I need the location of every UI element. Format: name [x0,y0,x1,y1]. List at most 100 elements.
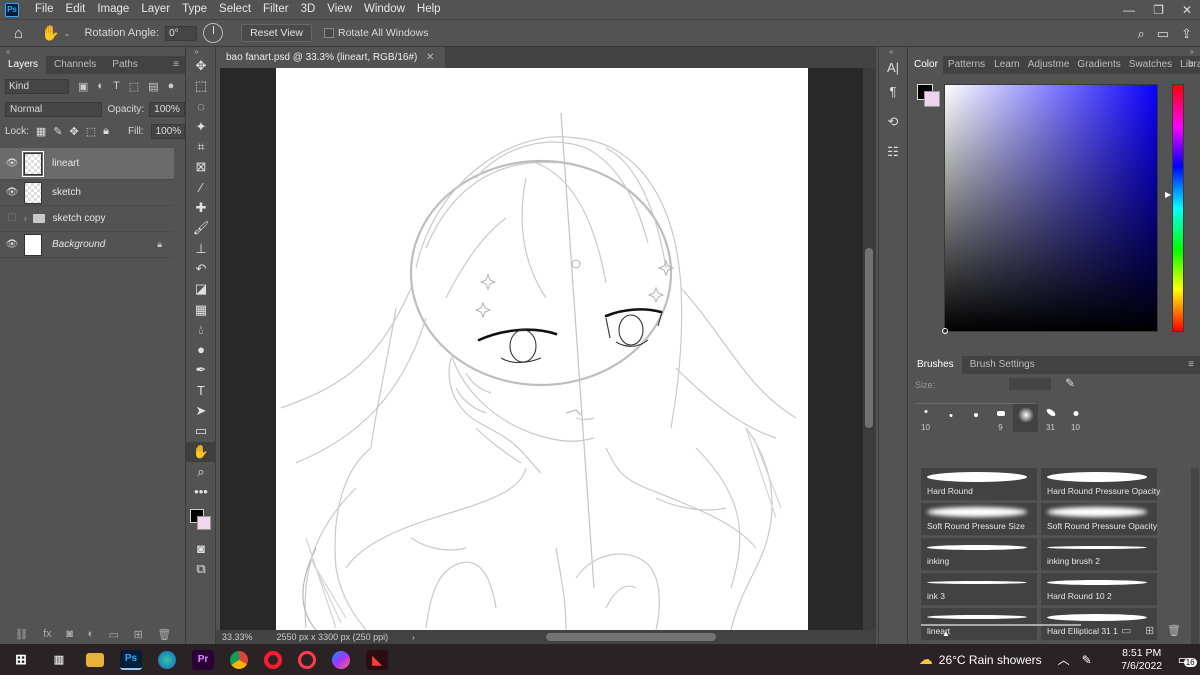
edge-icon[interactable] [158,650,176,669]
brush-item[interactable]: Soft Round Pressure Opacity [1041,503,1157,536]
zoom-level[interactable]: 33.33% [222,632,253,642]
menu-edit[interactable]: Edit [60,0,92,19]
horizontal-scroll-thumb[interactable] [546,633,716,641]
panel-menu-icon[interactable]: ≡ [173,59,179,70]
menu-window[interactable]: Window [358,0,411,19]
share-icon[interactable]: ⇪ [1181,26,1192,42]
collapse-panels-icon[interactable]: « [0,47,185,56]
properties-panel-icon[interactable]: ☷ [879,140,907,164]
rotate-all-windows-checkbox[interactable]: Rotate All Windows [324,27,428,39]
saturation-brightness-field[interactable] [944,84,1158,332]
expand-panels-icon[interactable]: « [879,47,907,56]
blur-tool-icon[interactable]: 💧︎ [186,320,216,340]
tab-gradients[interactable]: Gradients [1073,56,1124,74]
menu-view[interactable]: View [321,0,358,19]
messenger-icon[interactable] [332,650,350,669]
fill-input[interactable]: 100% [150,123,185,139]
eraser-tool-icon[interactable]: ◪ [186,279,216,299]
background-color-swatch[interactable] [924,91,940,107]
workspace-icon[interactable]: ▭ [1157,26,1169,42]
visibility-toggle[interactable] [0,213,24,224]
preset-brush[interactable]: 10 [913,404,938,432]
search-icon[interactable]: ⌕ [1138,26,1145,42]
weather-text[interactable]: 26°C Rain showers [939,653,1042,667]
lock-artboard-icon[interactable]: ⬚ [86,125,96,138]
type-tool-icon[interactable]: T [186,381,216,401]
tab-brush-settings[interactable]: Brush Settings [962,356,1043,374]
adjustment-layer-icon[interactable]: ◐ [87,628,94,640]
hidden-eye-box[interactable] [8,213,16,221]
brush-item[interactable]: inking [921,538,1037,571]
layer-name[interactable]: lineart [52,158,79,169]
more-tools-icon[interactable]: ••• [186,482,216,502]
clip-studio-icon[interactable]: ◣ [366,649,388,670]
layer-row-sketch-copy[interactable]: › sketch copy [0,206,174,232]
menu-select[interactable]: Select [213,0,257,19]
hue-slider[interactable] [1172,84,1184,332]
brush-item[interactable]: Hard Round 10 2 [1041,573,1157,606]
vertical-scrollbar[interactable] [863,68,876,630]
clock[interactable]: 8:51 PM 7/6/2022 [1114,647,1170,673]
tab-brushes[interactable]: Brushes [909,356,962,374]
new-layer-icon[interactable]: ⊞ [134,628,143,641]
size-slider[interactable] [915,396,1035,404]
menu-file[interactable]: File [29,0,60,19]
brush-tool-icon[interactable]: 🖌︎ [186,218,216,238]
filter-toggle-icon[interactable]: ● [168,80,175,92]
premiere-pro-icon[interactable]: Pr [192,649,214,670]
background-color-swatch[interactable] [197,515,211,530]
marquee-tool-icon[interactable]: ⬚ [186,76,216,96]
filter-type-icon[interactable]: T [113,80,120,92]
eyedropper-tool-icon[interactable]: ⁄ [186,178,216,198]
opera-gx-icon[interactable] [298,650,316,669]
preset-brush[interactable] [1013,404,1038,432]
filter-shape-icon[interactable]: ⬚ [129,80,139,93]
tab-channels[interactable]: Channels [46,56,104,74]
quick-mask-icon[interactable]: ◙ [186,539,216,559]
document-info[interactable]: 2550 px x 3300 px (250 ppi) [277,632,389,642]
tab-color[interactable]: Color [909,56,943,74]
preset-brush[interactable]: 31 [1038,404,1063,432]
rectangle-tool-icon[interactable]: ▭ [186,421,216,441]
tab-learn[interactable]: Learn [990,56,1024,74]
filter-adjustment-icon[interactable]: ◐ [97,80,104,92]
hue-marker-icon[interactable]: ▶ [1165,190,1171,199]
tab-swatches[interactable]: Swatches [1125,56,1176,74]
rotation-angle-input[interactable]: 0° [165,25,198,41]
chrome-icon[interactable] [230,650,248,669]
layer-row-background[interactable]: 👁︎ Background 🔒︎ [0,232,174,258]
chevron-right-icon[interactable]: › [412,633,415,642]
close-icon[interactable]: ✕ [1182,3,1192,17]
restore-icon[interactable]: ❐ [1153,3,1164,17]
tab-paths[interactable]: Paths [104,56,146,74]
eye-icon[interactable]: 👁︎ [0,187,24,198]
rotation-dial[interactable] [203,23,224,43]
menu-type[interactable]: Type [176,0,213,19]
clone-stamp-tool-icon[interactable]: ⊥ [186,239,216,259]
collapse-tools-icon[interactable]: » [186,47,215,56]
slider-knob-icon[interactable]: ▲ [942,629,950,638]
menu-3d[interactable]: 3D [295,0,322,19]
lock-image-pixels-icon[interactable]: ✎ [53,125,62,138]
close-tab-icon[interactable]: ✕ [426,52,434,63]
home-icon[interactable]: ⌂ [14,25,23,42]
link-layers-icon[interactable]: ⛓ [15,628,29,641]
tab-patterns[interactable]: Patterns [943,56,990,74]
menu-help[interactable]: Help [411,0,447,19]
eye-icon[interactable]: 👁︎ [0,158,24,169]
new-group-icon[interactable]: ▭ [109,628,119,641]
menu-image[interactable]: Image [91,0,135,19]
gradient-tool-icon[interactable]: ▦ [186,300,216,320]
reset-view-button[interactable]: Reset View [241,24,312,42]
rotate-view-tool-icon[interactable]: ✋ [41,24,60,42]
preset-brush[interactable]: 10 [1063,404,1088,432]
brush-item[interactable]: Hard Round Pressure Opacity [1041,468,1160,501]
lock-all-icon[interactable]: 🔒︎ [103,125,109,138]
layer-row-lineart[interactable]: 👁︎ lineart [0,148,174,180]
screen-mode-icon[interactable]: ⧉ [186,559,216,579]
menu-layer[interactable]: Layer [135,0,176,19]
tool-preset-chevron-down-icon[interactable]: ⌄ [64,29,71,38]
canvas-area[interactable] [220,68,863,630]
panel-menu-icon[interactable]: ≡ [1188,359,1194,370]
history-brush-tool-icon[interactable]: ↶ [186,259,216,279]
